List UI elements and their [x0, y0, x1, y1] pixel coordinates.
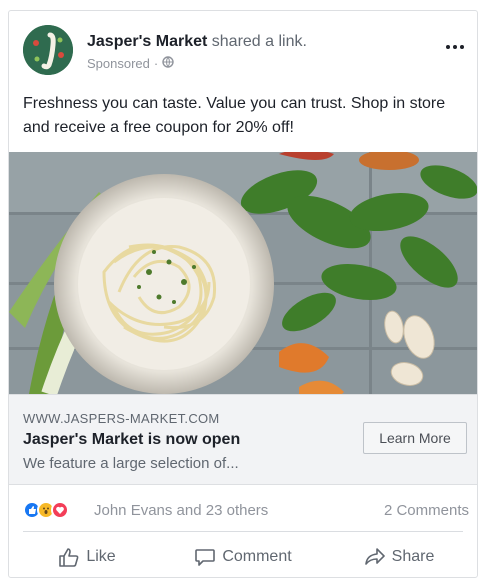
share-arrow-icon	[364, 548, 385, 565]
share-button[interactable]: Share	[321, 539, 477, 575]
link-preview-box[interactable]: WWW.JASPERS-MARKET.COM Jasper's Market i…	[9, 394, 477, 485]
comments-count[interactable]: 2 Comments	[384, 502, 469, 519]
sponsored-post-card: Jasper's Market shared a link. Sponsored…	[8, 10, 478, 578]
reaction-icons[interactable]	[23, 501, 69, 519]
post-meta: Sponsored ·	[87, 56, 174, 71]
link-preview-image[interactable]	[9, 152, 477, 394]
link-domain: WWW.JASPERS-MARKET.COM	[23, 411, 220, 426]
post-body-text: Freshness you can taste. Value you can t…	[23, 95, 446, 136]
globe-icon	[162, 56, 174, 71]
thumbs-up-icon	[59, 548, 79, 567]
link-description: We feature a large selection of...	[23, 455, 239, 472]
post-action-text: shared a link.	[207, 33, 307, 50]
learn-more-button[interactable]: Learn More	[363, 422, 467, 454]
page-name-link[interactable]: Jasper's Market	[87, 33, 207, 50]
like-label: Like	[86, 548, 116, 565]
comment-label: Comment	[222, 548, 292, 565]
like-button[interactable]: Like	[9, 539, 165, 575]
love-reaction-icon	[51, 501, 69, 519]
post-header: Jasper's Market shared a link. Sponsored…	[9, 11, 477, 91]
page-avatar[interactable]	[23, 25, 73, 75]
market-logo-icon	[23, 25, 73, 75]
post-title-line: Jasper's Market shared a link.	[87, 33, 307, 51]
link-title[interactable]: Jasper's Market is now open	[23, 431, 240, 449]
pasta-dish-image	[9, 152, 477, 394]
sponsored-label[interactable]: Sponsored	[87, 56, 150, 71]
actions-divider	[23, 531, 463, 532]
meta-separator: ·	[153, 56, 159, 71]
share-label: Share	[391, 548, 435, 565]
post-actions: Like Comment Share	[9, 539, 477, 575]
reactions-text[interactable]: John Evans and 23 others	[94, 502, 268, 519]
comment-button[interactable]: Comment	[165, 539, 321, 575]
speech-bubble-icon	[195, 549, 216, 566]
engagement-summary: John Evans and 23 others 2 Comments	[9, 494, 477, 526]
more-options-icon[interactable]	[441, 39, 469, 55]
